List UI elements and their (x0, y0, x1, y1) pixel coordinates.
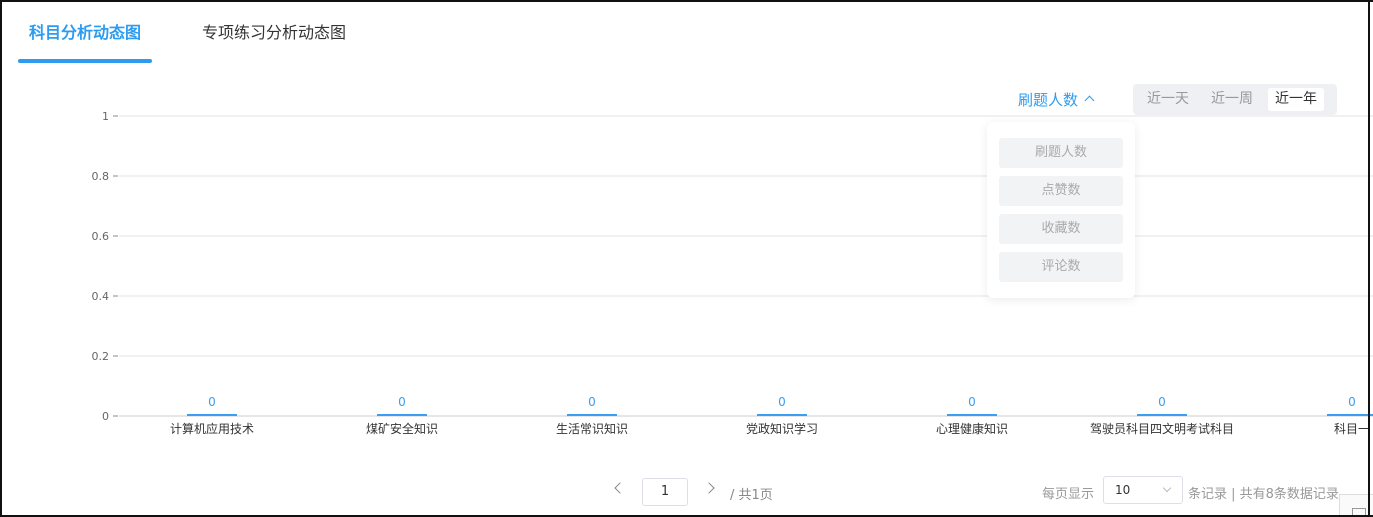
bar (947, 414, 997, 416)
y-tick-label: 0.4 (92, 290, 110, 303)
tab-subject-analysis[interactable]: 科目分析动态图 (29, 22, 141, 44)
y-tick-label: 0.2 (92, 350, 110, 363)
bar-data-label: 0 (398, 395, 406, 409)
app-frame: 科目分析动态图 专项练习分析动态图 刷题人数 近一天 近一周 近一年 0 0.2 0… (0, 0, 1373, 517)
bar (1137, 414, 1187, 416)
x-tick-label: 计算机应用技术 (170, 421, 254, 436)
frame-right-border (1368, 0, 1370, 517)
chevron-down-icon (1162, 483, 1172, 493)
bar-data-label: 0 (588, 395, 596, 409)
metric-dropdown-menu: 刷题人数 点赞数 收藏数 评论数 (987, 122, 1135, 298)
chevron-right-icon[interactable] (703, 482, 715, 494)
y-tick-label: 1 (102, 110, 109, 123)
y-tick-label: 0 (102, 410, 109, 423)
tab-bar: 科目分析动态图 专项练习分析动态图 (2, 2, 1373, 66)
bar-chart: 0 0.2 0.4 0.6 0.8 1 0 计算机应用技术 0 煤矿安全知识 0 生活常识知识 0 党政知… (2, 97, 1373, 447)
metric-option-comments[interactable]: 评论数 (999, 252, 1123, 282)
x-tick-label: 心理健康知识 (936, 421, 1008, 436)
bar-data-label: 0 (1158, 395, 1166, 409)
window-icon (1352, 508, 1366, 515)
bar-data-label: 0 (208, 395, 216, 409)
bar-data-label: 0 (968, 395, 976, 409)
page-size-value: 10 (1115, 483, 1131, 497)
x-tick-label: 科目一 (1334, 422, 1370, 436)
x-tick-label: 党政知识学习 (746, 421, 818, 436)
bar (1327, 414, 1373, 416)
bar (757, 414, 807, 416)
y-tick-label: 0.6 (92, 230, 110, 243)
y-tick-label: 0.8 (92, 170, 110, 183)
page-size-select[interactable]: 10 (1103, 476, 1183, 504)
page-size-label: 每页显示 (1042, 487, 1095, 502)
bar (377, 414, 427, 416)
total-pages-text: / 共1页 (730, 488, 773, 503)
metric-option-practice-users[interactable]: 刷题人数 (999, 138, 1123, 168)
pagination: 1 / 共1页 每页显示 10 条记录 | 共有8条数据记录 (2, 472, 1373, 512)
x-tick-label: 煤矿安全知识 (366, 421, 438, 436)
metric-option-likes[interactable]: 点赞数 (999, 176, 1123, 206)
chevron-left-icon[interactable] (614, 482, 626, 494)
active-tab-indicator (18, 59, 152, 63)
x-tick-label: 驾驶员科目四文明考试科目 (1090, 421, 1234, 436)
tab-special-practice-analysis[interactable]: 专项练习分析动态图 (202, 22, 346, 44)
bar (567, 414, 617, 416)
bar-data-label: 0 (778, 395, 786, 409)
bar (187, 414, 237, 416)
metric-option-favorites[interactable]: 收藏数 (999, 214, 1123, 244)
bar-data-label: 0 (1348, 395, 1356, 409)
bar-chart-svg: 0 0.2 0.4 0.6 0.8 1 0 计算机应用技术 0 煤矿安全知识 0 生活常识知识 0 党政知… (92, 110, 1373, 436)
page-number-input[interactable]: 1 (642, 478, 688, 506)
records-summary: 条记录 | 共有8条数据记录 (1188, 487, 1339, 502)
x-tick-label: 生活常识知识 (556, 422, 628, 436)
